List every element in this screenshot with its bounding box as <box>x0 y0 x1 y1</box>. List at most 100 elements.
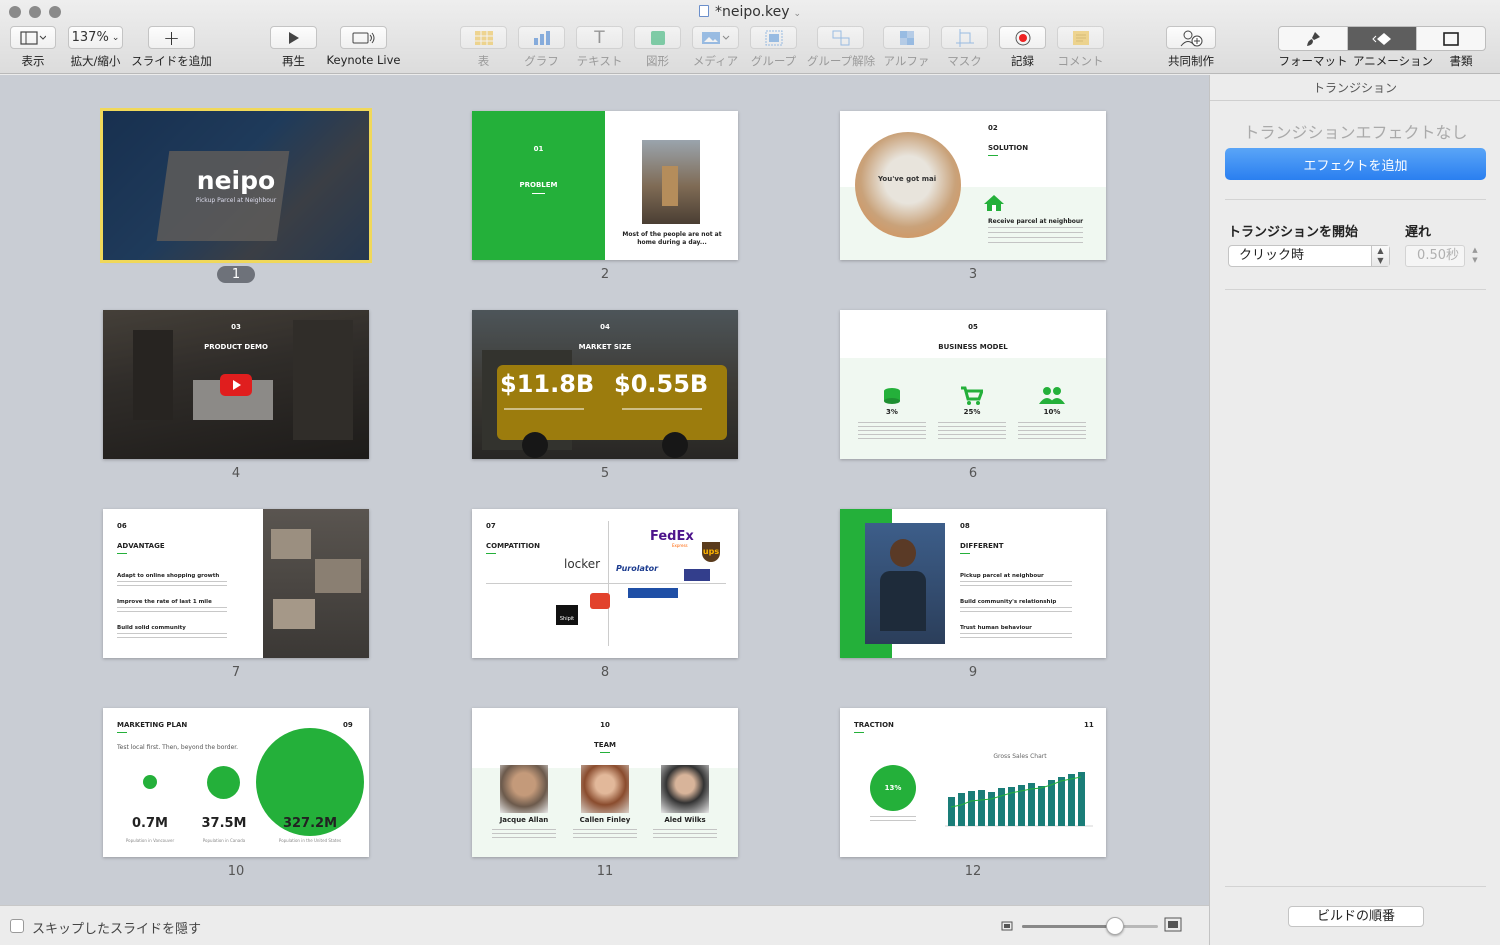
slide-thumb-6[interactable]: 05 BUSINESS MODEL 3% 25% 10% 6 <box>840 310 1106 481</box>
chart-title: Gross Sales Chart <box>993 753 1047 760</box>
keynote-window: *neipo.key ⌄ 表示 137% ⌄ 拡大/縮小 + スライドを追加 再生 … <box>0 0 1500 945</box>
slide-thumb-9[interactable]: 08 DIFFERENT Pickup parcel at neighbour … <box>840 509 1106 680</box>
add-effect-button[interactable]: エフェクトを追加 <box>1225 148 1486 180</box>
add-slide-label: スライドを追加 <box>131 54 212 68</box>
animation-tab[interactable] <box>1348 27 1417 50</box>
slide-thumb-10[interactable]: MARKETING PLAN 09 Test local first. Then… <box>103 708 369 879</box>
window-title[interactable]: *neipo.key ⌄ <box>0 4 1500 20</box>
keynote-live-label: Keynote Live <box>326 53 401 67</box>
alpha-icon <box>899 30 914 45</box>
slide-thumb-3[interactable]: You've got mai 02 SOLUTION Receive parce… <box>840 111 1106 282</box>
mask-icon <box>955 28 974 47</box>
advantage-item: Build solid community <box>117 625 186 631</box>
ungroup-label: グループ解除 <box>806 54 876 68</box>
users-icon <box>1039 387 1065 404</box>
slide-index: 02 <box>988 124 998 132</box>
population-value: 0.7M <box>132 816 168 831</box>
different-item: Trust human behaviour <box>960 625 1032 631</box>
comment-icon <box>1072 30 1089 45</box>
group-label: グループ <box>750 54 797 68</box>
slide-number: 8 <box>600 665 610 680</box>
slide-number: 5 <box>600 466 610 481</box>
media-button[interactable] <box>692 26 739 49</box>
slide-index: 10 <box>600 721 610 729</box>
slide-number: 11 <box>596 864 614 879</box>
logo-locker: locker <box>564 557 601 571</box>
collaborate-icon <box>1180 30 1203 46</box>
format-tab[interactable] <box>1279 27 1348 50</box>
slider-knob[interactable] <box>1106 917 1124 935</box>
delay-label: 遅れ <box>1405 225 1432 240</box>
slide-title: BUSINESS MODEL <box>938 343 1008 351</box>
slide-index: 01 <box>533 145 544 153</box>
slide-number: 2 <box>600 267 610 282</box>
team-photo <box>661 765 709 813</box>
slide-caption: Most of the people are not at home durin… <box>622 231 722 246</box>
circle-small <box>143 775 157 789</box>
format-label: フォーマット <box>1278 54 1348 68</box>
slide-thumb-4[interactable]: 03 PRODUCT DEMO 4 <box>103 310 369 481</box>
comment-button[interactable] <box>1057 26 1104 49</box>
team-member-name: Jacque Allan <box>499 816 549 824</box>
slide-title: PROBLEM <box>519 181 558 189</box>
hide-skipped-checkbox[interactable] <box>10 919 24 933</box>
population-label: Population in Vancouver <box>125 838 175 843</box>
add-slide-button[interactable]: + <box>148 26 195 50</box>
slide-thumb-12[interactable]: TRACTION 11 13% Gross Sales Chart 12 <box>840 708 1106 879</box>
slide-thumb-5[interactable]: 04 MARKET SIZE $11.8B $0.55B 5 <box>472 310 738 481</box>
thumbnail-size-slider[interactable] <box>1022 925 1158 928</box>
coins-icon <box>884 388 900 404</box>
shape-button[interactable] <box>634 26 681 49</box>
different-item: Pickup parcel at neighbour <box>960 573 1044 579</box>
market-value-2: $0.55B <box>614 370 709 398</box>
keynote-live-button[interactable] <box>340 26 387 49</box>
slide-number: 7 <box>231 665 241 680</box>
play-video-icon <box>220 374 252 396</box>
traction-circle: 13% <box>870 765 916 811</box>
zoom-popup[interactable]: 137% ⌄ <box>68 26 123 49</box>
document-label: 書類 <box>1449 54 1473 68</box>
play-icon <box>288 31 299 44</box>
slide-title: neipo <box>196 166 276 195</box>
slide-thumb-11[interactable]: 10 TEAM Jacque Allan Callen Finley Aled … <box>472 708 738 879</box>
play-button[interactable] <box>270 26 317 49</box>
table-button[interactable] <box>460 26 507 49</box>
paintbrush-icon <box>1307 31 1320 46</box>
team-member-name: Callen Finley <box>579 816 631 824</box>
slide-thumb-2[interactable]: 01 PROBLEM Most of the people are not at… <box>472 111 738 282</box>
slide-title: COMPATITION <box>486 542 540 550</box>
toolbar: *neipo.key ⌄ 表示 137% ⌄ 拡大/縮小 + スライドを追加 再生 … <box>0 0 1500 74</box>
house-icon <box>984 195 1004 211</box>
stat-value: 3% <box>886 408 898 416</box>
text-button[interactable]: T <box>576 26 623 49</box>
collaborate-button[interactable] <box>1166 26 1216 49</box>
large-thumbnail-icon[interactable] <box>1164 917 1182 933</box>
shape-label: 図形 <box>646 54 669 68</box>
build-order-button[interactable]: ビルドの順番 <box>1288 906 1424 927</box>
record-button[interactable] <box>999 26 1046 49</box>
animation-icon <box>1372 32 1391 45</box>
advantage-item: Adapt to online shopping growth <box>117 573 220 579</box>
delay-field[interactable]: 0.50秒 <box>1405 245 1465 267</box>
group-button[interactable] <box>750 26 797 49</box>
alpha-button[interactable] <box>883 26 930 49</box>
slide-thumb-8[interactable]: 07 COMPATITION FedEx Express ups locker … <box>472 509 738 680</box>
team-photo <box>500 765 548 813</box>
media-label: メディア <box>692 54 739 68</box>
slide-index: 04 <box>600 323 610 331</box>
mask-button[interactable] <box>941 26 988 49</box>
start-transition-popup[interactable]: クリック時 ▲ ▼ <box>1228 245 1390 267</box>
chevron-down-icon: ⌄ <box>793 9 802 19</box>
sales-chart <box>945 772 1093 827</box>
ungroup-button[interactable] <box>817 26 864 49</box>
small-thumbnail-icon[interactable] <box>1001 921 1013 931</box>
photo-text: You've got mai <box>878 175 937 183</box>
slide-thumb-1[interactable]: neipo Pickup Parcel at Neighbour 1 <box>100 108 372 283</box>
document-tab[interactable] <box>1417 27 1485 50</box>
view-button[interactable] <box>10 26 56 49</box>
start-transition-label: トランジションを開始 <box>1228 225 1359 240</box>
slide-index: 03 <box>231 323 241 331</box>
chart-button[interactable] <box>518 26 565 49</box>
delay-stepper[interactable]: ▲ ▼ <box>1469 245 1481 267</box>
slide-thumb-7[interactable]: 06 ADVANTAGE Adapt to online shopping gr… <box>103 509 369 680</box>
